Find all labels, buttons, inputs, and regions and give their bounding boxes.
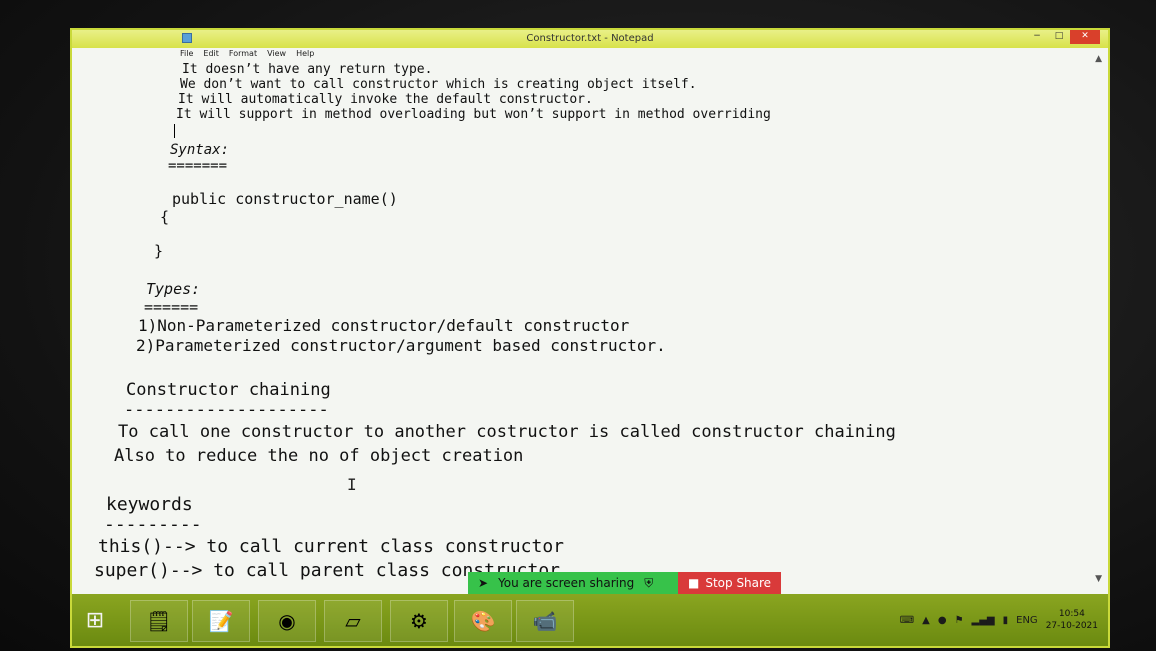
stop-share-label: Stop Share	[705, 576, 772, 590]
screen-share-bar: ➤ You are screen sharing ⛨ ■ Stop Share	[468, 572, 782, 594]
text-line: We don’t want to call constructor which …	[180, 77, 697, 92]
menu-bar: File Edit Format View Help	[180, 49, 314, 61]
text-line: 2)Parameterized constructor/argument bas…	[136, 336, 666, 355]
calculator-app-icon[interactable]: 📝	[192, 600, 250, 642]
text-line: 1)Non-Parameterized constructor/default …	[138, 316, 630, 335]
taskbar: ⊞ 🗒 📝 ◉ ▱ ⚙ 🎨 📹 ⌨ ▲ ● ⚑ ▂▄▆ ▮ ENG 10:54 …	[72, 594, 1108, 646]
text-line: this()--> to call current class construc…	[98, 536, 564, 557]
mouse-cursor-icon: I	[347, 475, 357, 494]
text-line: keywords	[106, 494, 193, 515]
clock-date: 27-10-2021	[1045, 621, 1098, 631]
clock-time: 10:54	[1058, 609, 1085, 619]
text-line: --------------------	[124, 400, 329, 420]
text-line: Types:	[146, 280, 201, 298]
signal-icon[interactable]: ▂▄▆	[972, 615, 995, 626]
clock[interactable]: 10:54 27-10-2021	[1046, 608, 1098, 632]
text-line: It doesn’t have any return type.	[182, 62, 433, 77]
text-line: {	[160, 208, 170, 226]
notepad-app-icon[interactable]: 🗒	[130, 600, 188, 642]
language-indicator[interactable]: ENG	[1016, 615, 1038, 626]
menu-view[interactable]: View	[267, 49, 286, 61]
minimize-button[interactable]: −	[1026, 30, 1048, 44]
text-line: It will support in method overloading bu…	[176, 107, 771, 122]
battery-icon[interactable]: ▮	[1003, 615, 1009, 626]
sharing-status-text: You are screen sharing	[498, 576, 635, 590]
scroll-down-arrow-icon[interactable]: ▼	[1095, 574, 1102, 584]
java-ee-ide-app-icon[interactable]: ⚙	[390, 600, 448, 642]
zoom-app-icon[interactable]: 📹	[516, 600, 574, 642]
tray-expand-icon[interactable]: ▲	[922, 615, 930, 626]
menu-edit[interactable]: Edit	[203, 49, 219, 61]
chrome-app-icon[interactable]: ◉	[258, 600, 316, 642]
text-line: ======	[144, 298, 199, 316]
text-line: It will automatically invoke the default…	[178, 92, 593, 107]
share-icon: ➤	[478, 576, 489, 590]
keyboard-icon[interactable]: ⌨	[900, 615, 914, 626]
menu-file[interactable]: File	[180, 49, 193, 61]
text-line: To call one constructor to another costr…	[118, 422, 896, 442]
text-line: =======	[168, 158, 228, 174]
windows-start-icon[interactable]: ⊞	[80, 606, 110, 636]
paint-app-icon[interactable]: 🎨	[454, 600, 512, 642]
stop-share-button[interactable]: ■ Stop Share	[678, 572, 782, 594]
scroll-up-arrow-icon[interactable]: ▲	[1095, 54, 1102, 64]
files-app-icon[interactable]: ▱	[324, 600, 382, 642]
maximize-button[interactable]: □	[1048, 30, 1070, 44]
text-line: }	[154, 242, 164, 260]
monitor-screen: Constructor.txt - Notepad − □ ✕ File Edi…	[70, 28, 1110, 648]
menu-help[interactable]: Help	[296, 49, 314, 61]
close-button[interactable]: ✕	[1070, 30, 1100, 44]
network-status-icon[interactable]: ●	[938, 615, 947, 626]
text-line: public constructor_name()	[172, 190, 398, 208]
stop-icon: ■	[688, 576, 700, 590]
text-editor[interactable]: It doesn’t have any return type. We don’…	[92, 62, 1088, 588]
action-center-flag-icon[interactable]: ⚑	[955, 615, 964, 626]
system-tray: ⌨ ▲ ● ⚑ ▂▄▆ ▮ ENG 10:54 27-10-2021	[900, 608, 1098, 632]
menu-format[interactable]: Format	[229, 49, 257, 61]
shield-icon: ⛨	[644, 575, 654, 590]
text-caret	[174, 124, 175, 138]
text-line: Constructor chaining	[126, 380, 331, 400]
text-line: Also to reduce the no of object creation	[114, 446, 524, 466]
sharing-status: ➤ You are screen sharing ⛨	[468, 572, 678, 594]
window-title: Constructor.txt - Notepad	[526, 33, 654, 44]
window-titlebar[interactable]: Constructor.txt - Notepad − □ ✕	[72, 30, 1108, 48]
text-line: ---------	[104, 514, 202, 535]
text-line: Syntax:	[170, 142, 230, 158]
